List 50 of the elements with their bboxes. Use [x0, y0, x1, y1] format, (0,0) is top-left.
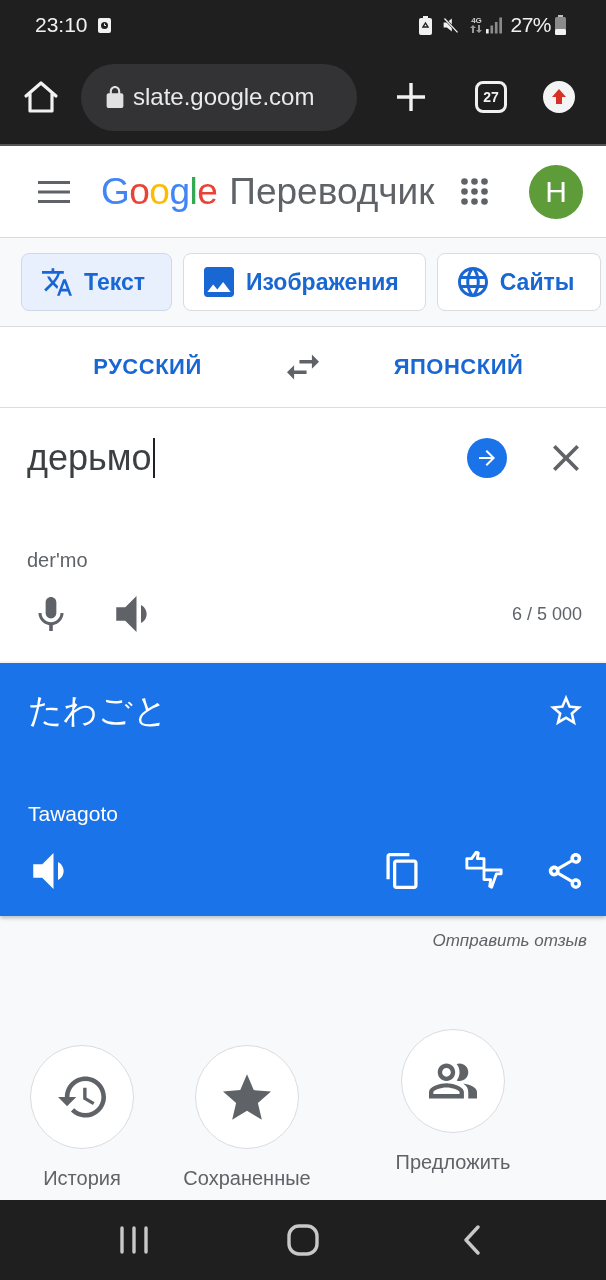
speaker-muted-icon	[442, 16, 461, 34]
translate-icon	[42, 267, 72, 297]
recent-apps-icon[interactable]	[119, 1226, 149, 1254]
copy-icon[interactable]	[386, 853, 418, 889]
tab-count-button[interactable]: 27	[475, 81, 507, 113]
network-type-label: 4G	[471, 17, 482, 25]
mode-tab[interactable]: Изображения	[182, 253, 426, 311]
shortcut-label: Предложить	[395, 1151, 511, 1174]
translation-text: たわごと	[28, 690, 168, 731]
speaker-icon[interactable]	[32, 853, 66, 889]
address-bar[interactable]: slate.google.com	[81, 63, 357, 131]
thumbs-icon[interactable]	[464, 851, 504, 891]
google-logo: Google	[101, 170, 218, 213]
app-title: Переводчик	[229, 170, 435, 213]
history-icon	[58, 1074, 106, 1120]
microphone-icon[interactable]	[38, 597, 64, 631]
source-language-button[interactable]: РУССКИЙ	[93, 354, 202, 380]
data-arrows-icon	[470, 25, 483, 33]
target-language-button[interactable]: ЯПОНСКИЙ	[393, 354, 524, 380]
share-icon[interactable]	[548, 853, 582, 889]
signal-icon	[486, 16, 503, 34]
shortcut-label: История	[43, 1167, 121, 1190]
translation-transliteration: Tawagoto	[28, 802, 118, 826]
lock-icon	[106, 86, 124, 108]
clock-card-icon	[97, 17, 111, 33]
arrow-right-icon[interactable]	[467, 438, 507, 478]
star-outline-icon[interactable]	[550, 694, 582, 726]
menu-icon[interactable]	[38, 180, 70, 203]
home-icon[interactable]	[23, 80, 59, 114]
image-icon	[203, 267, 234, 297]
battery-percent: 27%	[510, 13, 551, 37]
character-count: 6 / 5 000	[511, 603, 582, 625]
battery-saver-icon	[419, 15, 433, 35]
star-icon	[223, 1074, 271, 1120]
battery-icon	[555, 15, 566, 35]
send-feedback-link[interactable]: Отправить отзыв	[432, 930, 587, 952]
back-icon[interactable]	[463, 1225, 481, 1255]
clock-time: 23:10	[35, 13, 88, 37]
speaker-icon[interactable]	[115, 596, 149, 632]
home-button-icon[interactable]	[287, 1224, 319, 1256]
source-transliteration: der'mo	[27, 548, 88, 572]
source-text-field[interactable]: дерьмо	[27, 430, 467, 486]
mode-tab[interactable]: Текст	[21, 253, 172, 311]
mode-tab[interactable]: Сайты	[436, 253, 602, 311]
close-icon[interactable]	[553, 445, 579, 471]
shortcut-label: Сохраненные	[183, 1167, 311, 1190]
plus-icon[interactable]	[396, 82, 426, 112]
apps-grid-icon[interactable]	[461, 178, 488, 205]
globe-icon	[457, 267, 488, 297]
account-avatar[interactable]: H	[529, 164, 583, 219]
